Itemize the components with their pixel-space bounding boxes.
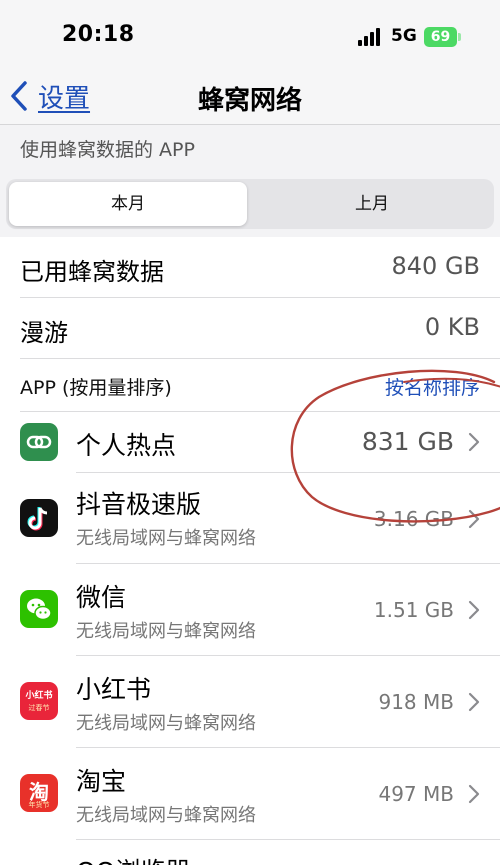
app-connection-type: 无线局域网与蜂窝网络: [76, 805, 256, 826]
page-title: 蜂窝网络: [197, 86, 302, 116]
app-name: 微信: [76, 583, 127, 612]
cellular-signal-icon: [358, 28, 384, 46]
app-name: 淘宝: [76, 767, 127, 796]
xiaohongshu-icon-subtext: 过春节: [28, 704, 50, 712]
app-usage: 497 MB: [378, 782, 454, 806]
app-name: 小红书: [76, 675, 152, 704]
app-usage: 1.51 GB: [373, 598, 454, 622]
period-segmented-control: 本月 上月: [6, 179, 494, 229]
app-section-label: APP (按用量排序): [20, 377, 172, 399]
app-name: QQ浏览器: [76, 852, 190, 865]
nav-bar: 设置 蜂窝网络: [0, 70, 500, 125]
chevron-right-icon: [468, 692, 480, 712]
network-type: 5G: [391, 26, 417, 46]
status-time: 20:18: [62, 22, 135, 47]
app-name: 抖音极速版: [76, 490, 202, 519]
xiaohongshu-icon: 小红书 过春节: [20, 682, 58, 720]
summary-label: 漫游: [20, 319, 68, 347]
app-usage: 918 MB: [378, 690, 454, 714]
app-row-wechat[interactable]: 微信 无线局域网与蜂窝网络 1.51 GB: [0, 564, 500, 655]
summary-value: 840 GB: [391, 252, 481, 280]
app-row-taobao[interactable]: 淘 年货节 淘宝 无线局域网与蜂窝网络 497 MB: [0, 748, 500, 839]
taobao-icon-subtext: 年货节: [28, 801, 50, 809]
app-row-xiaohongshu[interactable]: 小红书 过春节 小红书 无线局域网与蜂窝网络 918 MB: [0, 656, 500, 747]
battery-level: 69: [430, 29, 451, 45]
summary-row-roaming: 漫游 0 KB: [0, 298, 500, 358]
chevron-right-icon: [468, 509, 480, 529]
summary-label: 已用蜂窝数据: [20, 258, 164, 286]
section-header: 使用蜂窝数据的 APP: [0, 125, 500, 169]
section-header-label: 使用蜂窝数据的 APP: [20, 139, 195, 161]
app-usage: 831 GB: [361, 427, 454, 456]
app-row-douyin[interactable]: 抖音极速版 无线局域网与蜂窝网络 3.16 GB: [0, 473, 500, 563]
period-selector-area: 本月 上月: [0, 169, 500, 237]
chevron-right-icon: [468, 432, 480, 452]
segment-last-month[interactable]: 上月: [253, 182, 491, 226]
xiaohongshu-icon-text: 小红书: [25, 691, 53, 701]
summary-row-total: 已用蜂窝数据 840 GB: [0, 237, 500, 297]
battery-cap: [458, 33, 461, 41]
chevron-right-icon: [468, 784, 480, 804]
app-row-hotspot[interactable]: 个人热点 831 GB: [0, 412, 500, 472]
battery-icon: 69: [424, 27, 457, 47]
summary-value: 0 KB: [424, 313, 480, 341]
sort-by-name-link[interactable]: 按名称排序: [385, 373, 480, 400]
app-name: 个人热点: [76, 431, 177, 460]
app-connection-type: 无线局域网与蜂窝网络: [76, 621, 256, 642]
app-row-qq-browser[interactable]: QQ浏览器: [0, 840, 500, 865]
app-section-header: APP (按用量排序) 按名称排序: [0, 359, 500, 411]
app-usage: 3.16 GB: [373, 507, 454, 531]
douyin-icon: [20, 499, 58, 537]
taobao-icon: 淘 年货节: [20, 774, 58, 812]
hotspot-icon: [20, 423, 58, 461]
wechat-icon: [20, 590, 58, 628]
app-connection-type: 无线局域网与蜂窝网络: [76, 528, 256, 549]
segment-this-month[interactable]: 本月: [9, 182, 247, 226]
app-connection-type: 无线局域网与蜂窝网络: [76, 713, 256, 734]
chevron-right-icon: [468, 600, 480, 620]
status-bar: 20:18 5G 69: [0, 0, 500, 70]
